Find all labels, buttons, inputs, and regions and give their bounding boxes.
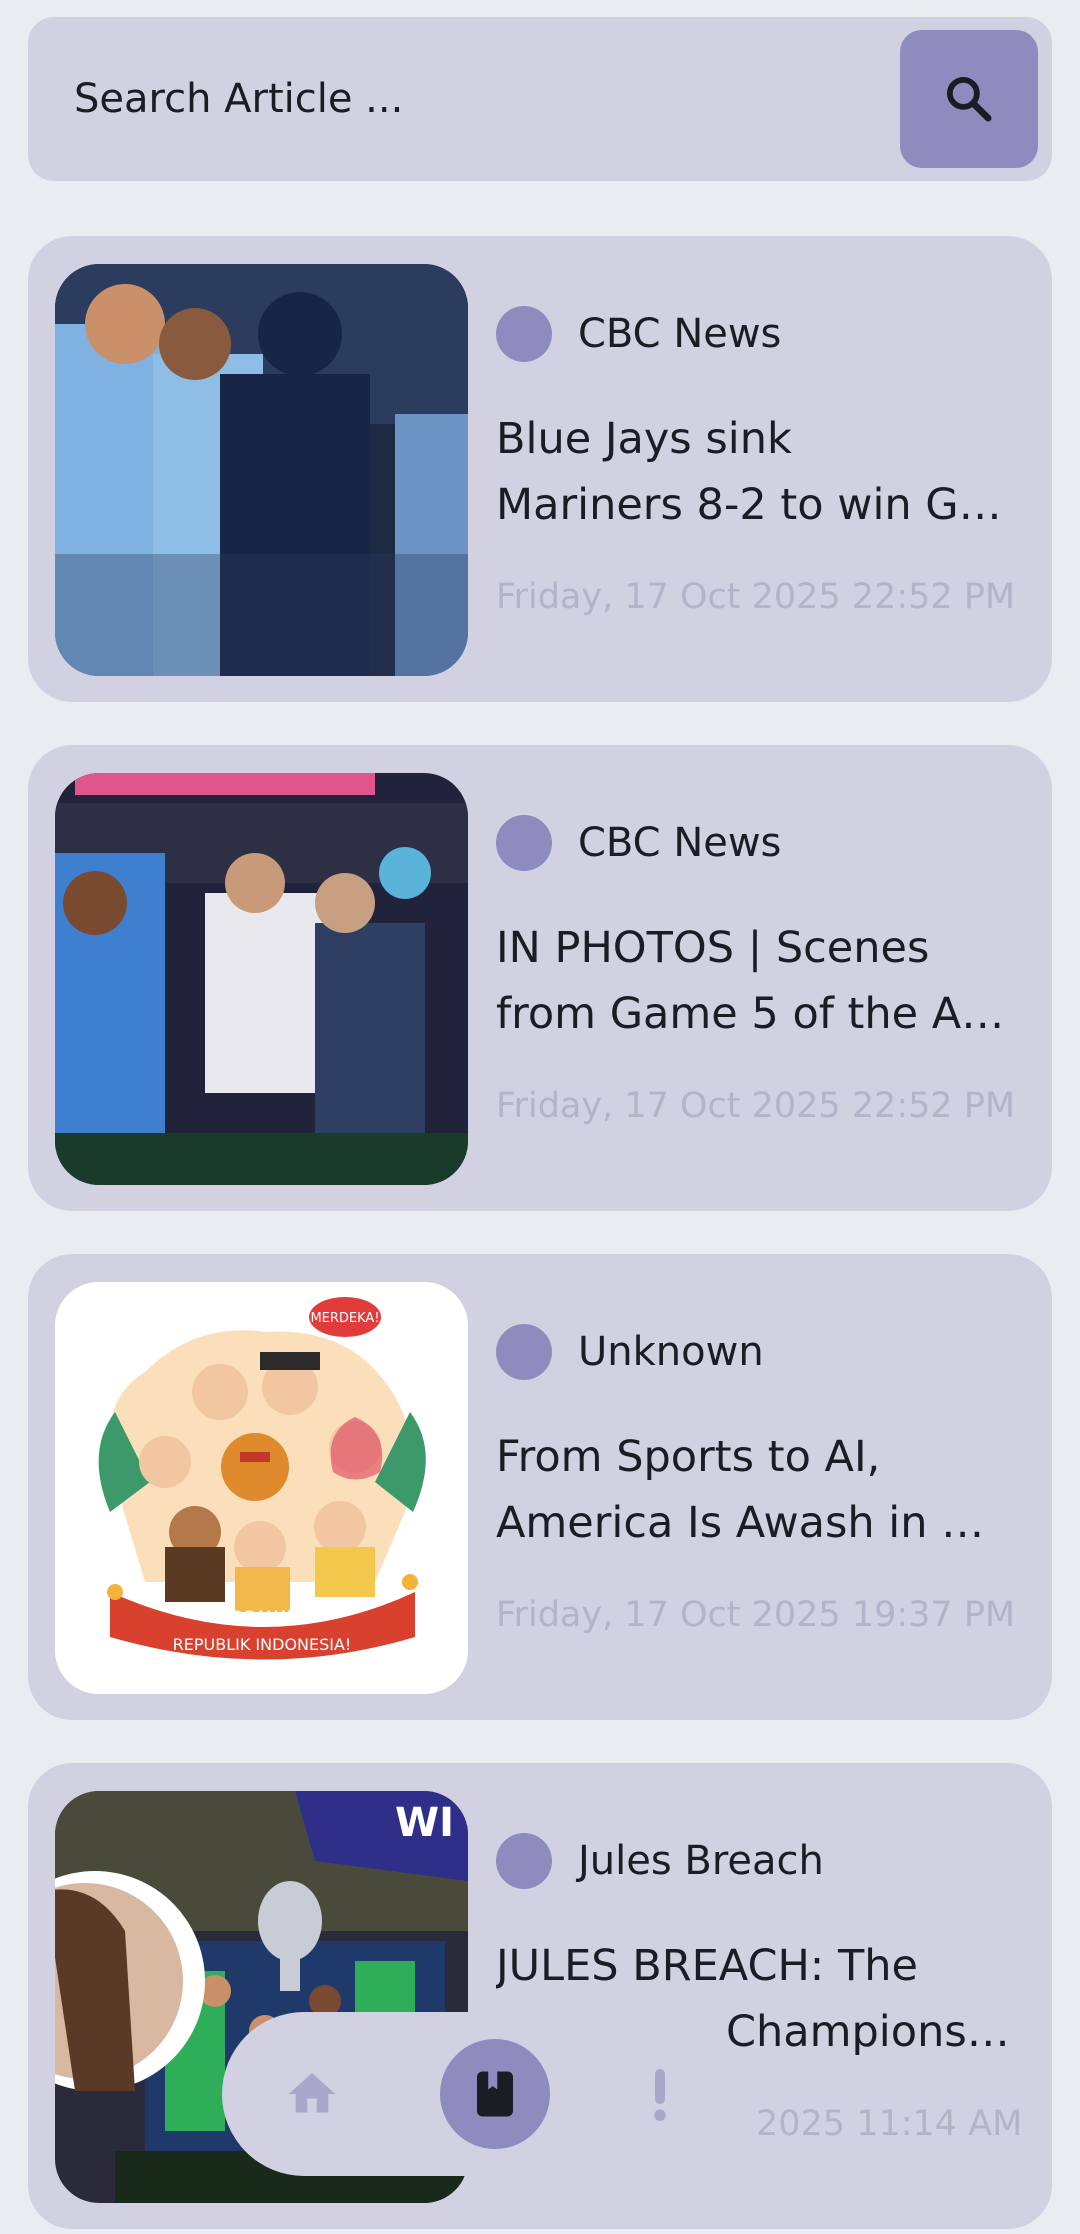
- search-bar: [28, 17, 1052, 181]
- bottom-navigation: [222, 2012, 702, 2176]
- article-card[interactable]: DIRGAHAYU REPUBLIK INDONESIA! MERDEKA! U…: [28, 1254, 1052, 1720]
- article-date: 2025 11:14 AM: [756, 2104, 1023, 2144]
- article-date: Friday, 17 Oct 2025 22:52 PM: [496, 1086, 1016, 1126]
- search-icon: [946, 76, 992, 122]
- article-thumbnail: DIRGAHAYU REPUBLIK INDONESIA! MERDEKA!: [55, 1282, 468, 1694]
- source-avatar: [496, 1324, 552, 1380]
- article-source: Jules Breach: [578, 1838, 824, 1884]
- home-icon: [288, 2073, 336, 2113]
- article-source: Unknown: [578, 1329, 764, 1375]
- search-button[interactable]: [900, 30, 1038, 168]
- source-avatar: [496, 815, 552, 871]
- nav-home[interactable]: [252, 2012, 372, 2176]
- article-date: Friday, 17 Oct 2025 22:52 PM: [496, 577, 1016, 617]
- svg-text:WI: WI: [395, 1800, 454, 1846]
- article-card[interactable]: CBC News Blue Jays sink Mariners 8-2 to …: [28, 236, 1052, 702]
- article-source: CBC News: [578, 311, 782, 357]
- source-avatar: [496, 1833, 552, 1889]
- article-source: CBC News: [578, 820, 782, 866]
- svg-text:DIRGAHAYU: DIRGAHAYU: [215, 1607, 310, 1626]
- search-input[interactable]: [74, 17, 894, 181]
- article-title: Blue Jays sink Mariners 8-2 to win G…: [496, 414, 1002, 530]
- svg-text:MERDEKA!: MERDEKA!: [310, 1311, 379, 1326]
- svg-text:REPUBLIK INDONESIA!: REPUBLIK INDONESIA!: [173, 1635, 352, 1654]
- article-title: From Sports to AI, America Is Awash in …: [496, 1432, 985, 1548]
- source-avatar: [496, 306, 552, 362]
- article-thumbnail: [55, 264, 468, 676]
- article-card[interactable]: CBC News IN PHOTOS | Scenes from Game 5 …: [28, 745, 1052, 1211]
- nav-bookmarks[interactable]: [440, 2039, 550, 2149]
- article-date: Friday, 17 Oct 2025 19:37 PM: [496, 1595, 1016, 1635]
- article-thumbnail: [55, 773, 468, 1185]
- nav-alerts[interactable]: [620, 2012, 700, 2176]
- alert-icon: [654, 2069, 666, 2121]
- article-title: IN PHOTOS | Scenes from Game 5 of the A…: [496, 923, 1005, 1039]
- book-icon: [477, 2071, 513, 2117]
